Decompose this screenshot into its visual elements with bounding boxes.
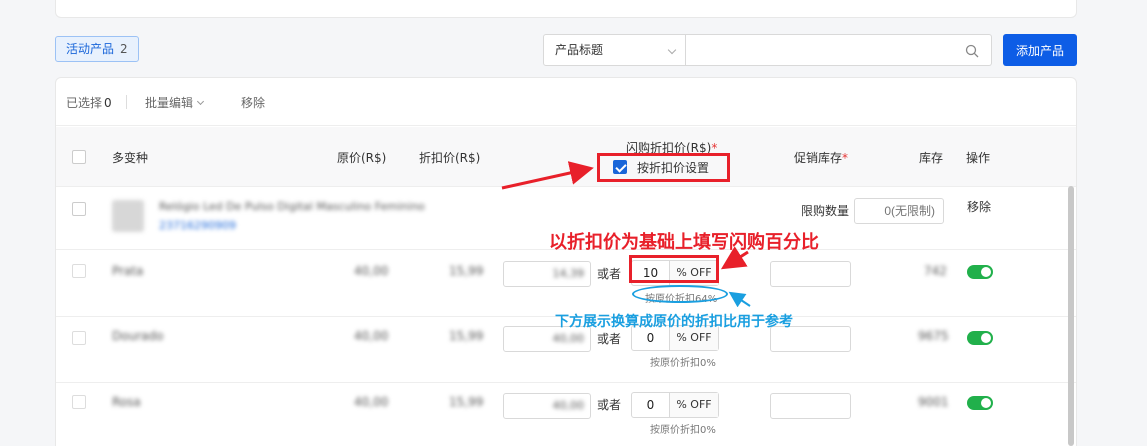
blue-arrow-to-hint: [728, 291, 751, 308]
red-arrow-to-checkbox: [501, 161, 594, 190]
red-arrow-to-percent: [720, 246, 749, 270]
annotation-arrows: [501, 161, 751, 308]
